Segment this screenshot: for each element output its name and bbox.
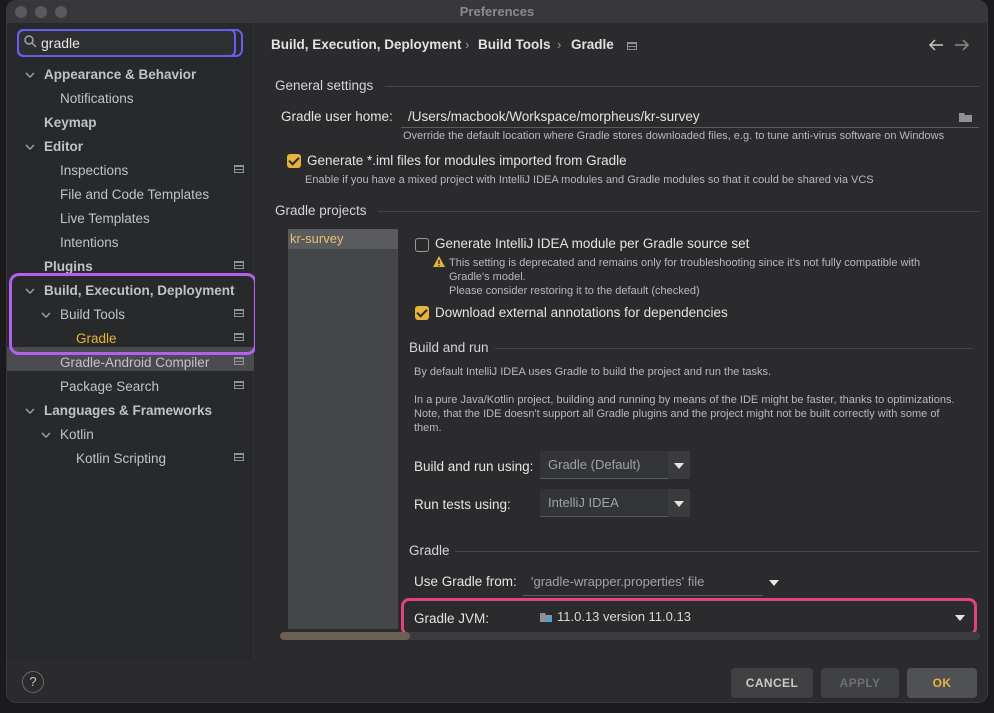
generate-iml-label: Generate *.iml files for modules importe…	[307, 153, 627, 168]
apply-button[interactable]: APPLY	[821, 668, 899, 698]
field-underline	[401, 127, 979, 128]
window-title: Preferences	[459, 4, 535, 19]
warning-icon	[433, 256, 445, 267]
divider	[385, 86, 979, 87]
back-arrow-icon[interactable]	[928, 39, 944, 51]
annotation-highlight-tree	[9, 273, 257, 355]
tree-item-languages[interactable]: Languages & Frameworks	[44, 399, 212, 423]
gradle-projects-title: Gradle projects	[275, 203, 367, 218]
tree-item-file-templates[interactable]: File and Code Templates	[60, 183, 209, 207]
tree-item-editor[interactable]: Editor	[44, 135, 83, 159]
use-gradle-from-value: 'gradle-wrapper.properties' file	[531, 574, 705, 589]
project-settings-icon	[234, 165, 244, 173]
folder-icon[interactable]	[958, 111, 973, 123]
ok-button[interactable]: OK	[907, 668, 977, 698]
module-per-source-set-checkbox[interactable]	[415, 238, 429, 252]
chevron-down-icon[interactable]	[25, 142, 35, 152]
generate-iml-checkbox[interactable]	[287, 154, 301, 168]
gradle-user-home-input[interactable]: /Users/macbook/Workspace/morpheus/kr-sur…	[408, 109, 700, 124]
horizontal-scrollbar[interactable]	[280, 632, 980, 640]
user-home-hint: Override the default location where Grad…	[403, 130, 945, 142]
use-gradle-from-label: Use Gradle from:	[414, 574, 517, 589]
chevron-down-icon[interactable]	[25, 406, 35, 416]
title-bar: Preferences	[7, 1, 987, 23]
deprecation-warning-line3: Please consider restoring it to the defa…	[449, 285, 700, 297]
search-icon	[24, 35, 37, 48]
chevron-down-icon[interactable]	[41, 430, 51, 440]
project-settings-icon	[234, 453, 244, 461]
breadcrumb-separator: ›	[557, 37, 562, 52]
build-run-using-value: Gradle (Default)	[548, 457, 641, 472]
use-gradle-from-select[interactable]: 'gradle-wrapper.properties' file	[523, 568, 785, 596]
chevron-down-icon	[668, 489, 690, 517]
build-run-using-label: Build and run using:	[414, 459, 534, 474]
tree-item-intentions[interactable]: Intentions	[60, 231, 119, 255]
deprecation-warning-line1: This setting is deprecated and remains o…	[449, 257, 921, 269]
gradle-projects-list[interactable]	[288, 229, 398, 629]
tree-item-kotlin[interactable]: Kotlin	[60, 423, 94, 447]
project-settings-icon	[234, 381, 244, 389]
project-settings-icon	[627, 42, 637, 50]
build-run-desc2: In a pure Java/Kotlin project, building …	[414, 394, 955, 406]
divider	[455, 551, 979, 552]
tree-item-live-templates[interactable]: Live Templates	[60, 207, 150, 231]
build-run-title: Build and run	[409, 340, 489, 355]
settings-search-field[interactable]: gradle	[17, 29, 236, 57]
project-settings-icon	[234, 261, 244, 269]
breadcrumb-gradle: Gradle	[571, 37, 614, 52]
generate-iml-hint: Enable if you have a mixed project with …	[305, 174, 874, 186]
divider	[495, 348, 973, 349]
chevron-down-icon	[668, 451, 690, 479]
settings-content: Build, Execution, Deployment › Build Too…	[255, 23, 987, 659]
breadcrumb-build-tools[interactable]: Build Tools	[478, 37, 551, 52]
build-run-desc1: By default IntelliJ IDEA uses Gradle to …	[414, 366, 772, 378]
download-annotations-checkbox[interactable]	[415, 306, 429, 320]
settings-sidebar: gradle Appearance & Behavior Notificatio…	[7, 23, 257, 659]
forward-arrow-icon[interactable]	[954, 39, 970, 51]
breadcrumb-build[interactable]: Build, Execution, Deployment	[271, 37, 462, 52]
scrollbar-thumb[interactable]	[280, 632, 410, 640]
tree-item-notifications[interactable]: Notifications	[60, 87, 134, 111]
tree-item-package-search[interactable]: Package Search	[60, 375, 159, 399]
build-run-desc4: them.	[414, 422, 442, 434]
project-item-kr-survey[interactable]: kr-survey	[288, 229, 398, 249]
run-tests-using-value: IntelliJ IDEA	[548, 495, 619, 510]
build-run-using-select[interactable]: Gradle (Default)	[540, 451, 690, 479]
tree-item-appearance[interactable]: Appearance & Behavior	[44, 63, 196, 87]
project-settings-icon	[234, 357, 244, 365]
download-annotations-label: Download external annotations for depend…	[435, 305, 728, 320]
run-tests-using-select[interactable]: IntelliJ IDEA	[540, 489, 690, 517]
gradle-user-home-label: Gradle user home:	[281, 109, 393, 124]
chevron-down-icon	[763, 568, 785, 596]
build-run-desc3: Note, that the IDE doesn't support all G…	[414, 408, 940, 420]
preferences-window: Preferences gradle Appearance & Behavior…	[6, 0, 988, 703]
general-settings-title: General settings	[275, 78, 374, 93]
tree-item-keymap[interactable]: Keymap	[44, 111, 97, 135]
tree-item-kotlin-scripting[interactable]: Kotlin Scripting	[76, 447, 166, 471]
chevron-down-icon[interactable]	[25, 70, 35, 80]
deprecation-warning-line2: Gradle's model.	[449, 271, 526, 283]
cancel-button[interactable]: CANCEL	[731, 668, 813, 698]
divider	[378, 211, 979, 212]
help-button[interactable]: ?	[22, 671, 44, 693]
search-input[interactable]: gradle	[41, 35, 80, 51]
tree-item-inspections[interactable]: Inspections	[60, 159, 128, 183]
gradle-section-title: Gradle	[409, 543, 450, 558]
run-tests-using-label: Run tests using:	[414, 497, 511, 512]
dialog-footer: ? CANCEL APPLY OK	[7, 659, 987, 702]
annotation-highlight-jvm	[401, 598, 977, 636]
breadcrumb-separator: ›	[465, 37, 470, 52]
module-per-source-set-label: Generate IntelliJ IDEA module per Gradle…	[435, 236, 750, 251]
